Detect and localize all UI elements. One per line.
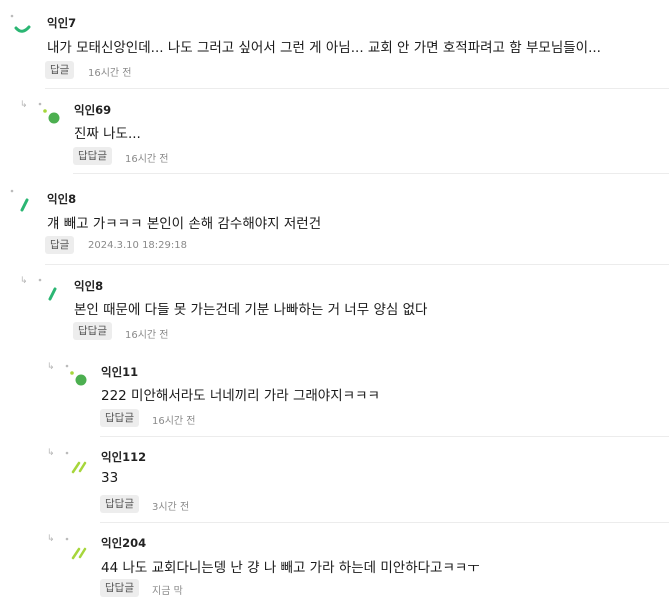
reply-arrow-icon: ↳ [20,100,28,110]
comment-author[interactable]: 익인204 [101,535,146,551]
reply-button[interactable]: 답답글 [100,495,139,513]
comment-timestamp: 3시간 전 [152,502,190,513]
comment-item: ↳ 익인11 222 미안해서라도 너네끼리 가라 그래야지ㅋㅋㅋ 답답글 16… [0,352,669,437]
reply-button[interactable]: 답답글 [100,579,139,597]
avatar [38,102,60,124]
reply-button[interactable]: 답답글 [73,322,112,340]
comment-text: 내가 모태신앙인데... 나도 그러고 싶어서 그런 게 아님... 교회 안 … [47,40,601,56]
comment-timestamp: 16시간 전 [125,330,169,341]
comment-timestamp: 16시간 전 [88,68,132,79]
reply-button[interactable]: 답글 [45,61,75,79]
comment-item: 익인7 내가 모태신앙인데... 나도 그러고 싶어서 그런 게 아님... 교… [0,0,669,89]
avatar [65,451,87,474]
reply-arrow-icon: ↳ [20,276,28,286]
comment-author[interactable]: 익인8 [74,278,103,294]
reply-button[interactable]: 답글 [45,236,75,254]
comment-author[interactable]: 익인11 [101,364,138,380]
avatar [10,189,29,212]
avatar [65,364,87,386]
comment-timestamp: 16시간 전 [125,154,169,165]
avatar [38,278,57,301]
reply-button[interactable]: 답답글 [100,409,139,427]
comment-text: 걔 빼고 가ㅋㅋㅋ 본인이 손해 감수해야지 저런건 [47,216,322,232]
comment-author[interactable]: 익인8 [47,191,76,207]
comment-author[interactable]: 익인7 [47,15,76,31]
avatar [10,14,31,33]
comment-author[interactable]: 익인112 [101,449,146,465]
reply-arrow-icon: ↳ [47,448,55,458]
avatar [65,537,87,560]
reply-button[interactable]: 답답글 [73,147,112,165]
comment-text: 33 [101,470,119,486]
comment-timestamp: 2024.3.10 18:29:18 [88,240,187,251]
comment-item: ↳ 익인204 44 나도 교회다니는뎅 난 걍 나 빼고 가라 하는데 미안하… [0,523,669,605]
comment-text: 44 나도 교회다니는뎅 난 걍 나 빼고 가라 하는데 미안하다고ㅋㅋㅜ [101,560,480,576]
comment-text: 222 미안해서라도 너네끼리 가라 그래야지ㅋㅋㅋ [101,388,380,404]
comment-item: 익인8 걔 빼고 가ㅋㅋㅋ 본인이 손해 감수해야지 저런건 답글 2024.3… [0,174,669,265]
comment-text: 본인 때문에 다들 못 가는건데 기분 나빠하는 거 너무 양심 없다 [74,302,428,318]
comment-timestamp: 16시간 전 [152,416,196,427]
comment-item: ↳ 익인8 본인 때문에 다들 못 가는건데 기분 나빠하는 거 너무 양심 없… [0,265,669,352]
reply-arrow-icon: ↳ [47,362,55,372]
comment-author[interactable]: 익인69 [74,102,111,118]
reply-arrow-icon: ↳ [47,534,55,544]
comment-item: ↳ 익인69 진짜 나도... 답답글 16시간 전 [0,89,669,174]
comment-text: 진짜 나도... [74,126,141,142]
comment-item: ↳ 익인112 33 답답글 3시간 전 [0,437,669,523]
comment-timestamp: 지금 막 [152,586,183,597]
